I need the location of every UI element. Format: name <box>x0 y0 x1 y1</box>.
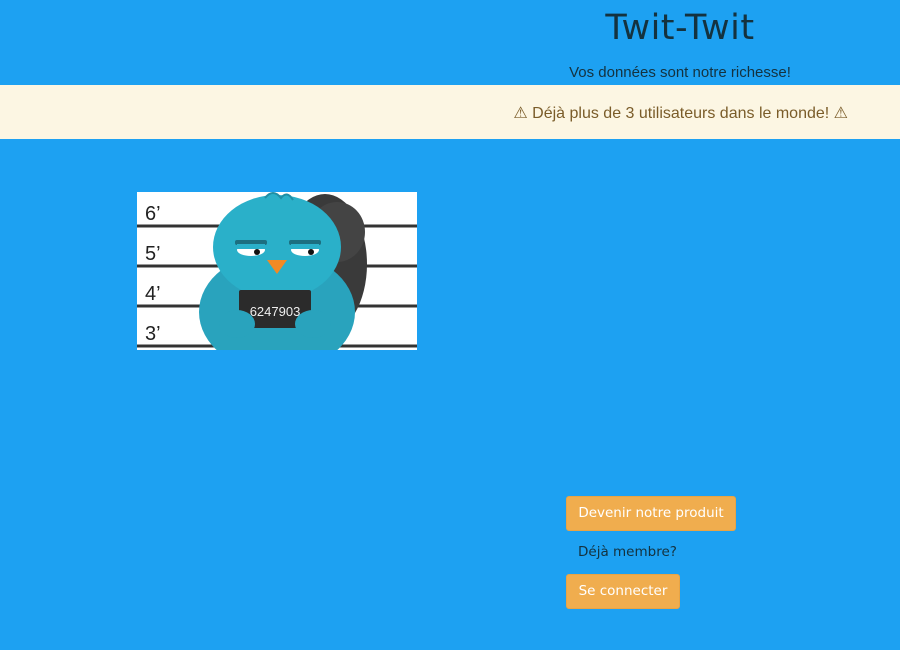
app-title: Twit-Twit <box>605 8 755 48</box>
already-member-text: Déjà membre? <box>578 544 677 560</box>
tagline: Vos données sont notre richesse! <box>569 64 791 81</box>
warning-text: ⚠ Déjà plus de 3 utilisateurs dans le mo… <box>513 105 848 122</box>
height-label: 6’ <box>145 203 161 225</box>
mugshot-bird-image: 6’ 5’ 4’ 3’ 6247903 <box>137 192 417 350</box>
height-label: 5’ <box>145 243 161 265</box>
placard-number: 6247903 <box>250 304 301 319</box>
height-label: 3’ <box>145 323 161 345</box>
height-label: 4’ <box>145 283 161 305</box>
warning-banner: ⚠ Déjà plus de 3 utilisateurs dans le mo… <box>0 85 900 139</box>
signup-button[interactable]: Devenir notre produit <box>566 496 736 531</box>
login-button[interactable]: Se connecter <box>566 574 680 609</box>
